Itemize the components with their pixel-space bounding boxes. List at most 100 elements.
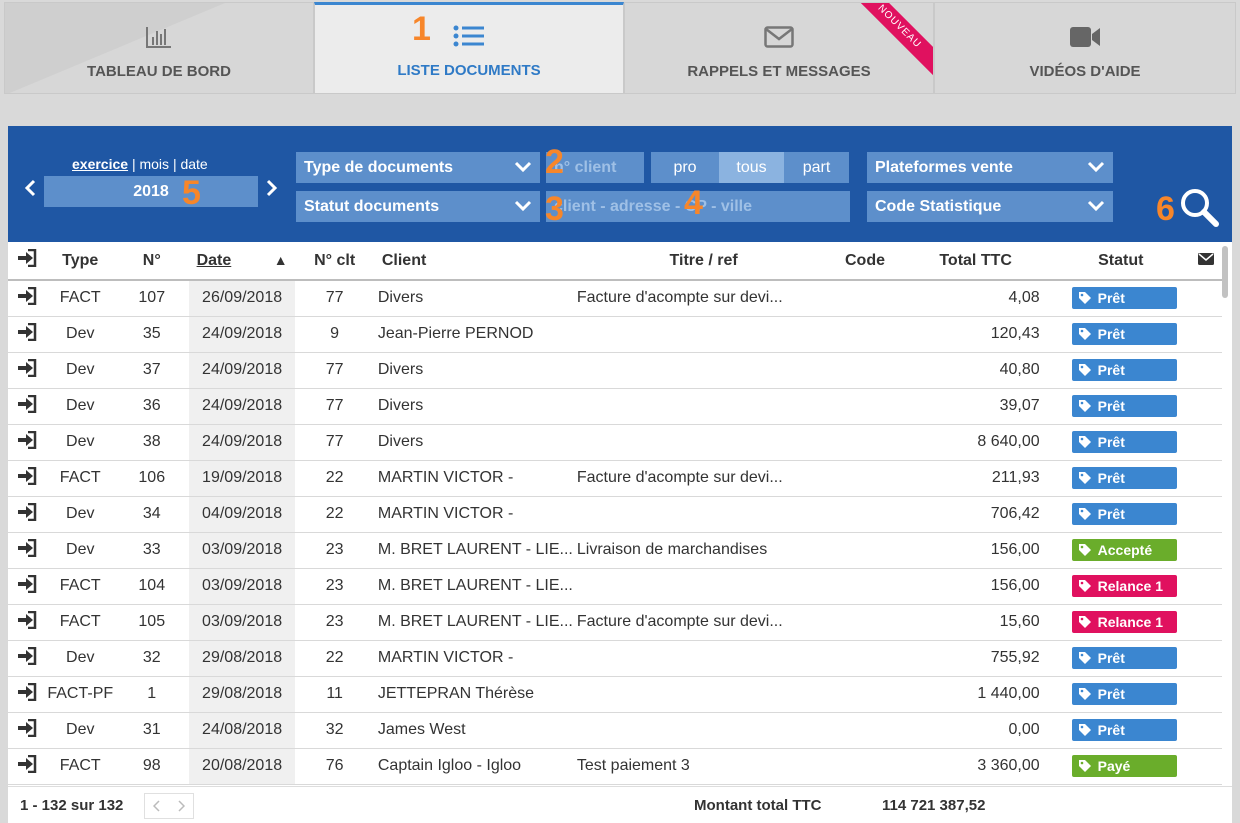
cell-type: FACT [45,568,115,605]
cell-total: 156,00 [911,532,1052,569]
status-label: Prêt [1097,397,1125,414]
column-header-status[interactable]: Statut [1051,242,1190,281]
open-document-button[interactable] [8,748,46,785]
code-statistique-select[interactable]: Code Statistique [867,191,1113,222]
status-label: Accepté [1097,541,1153,558]
cell-number: 36 [114,388,189,425]
cell-total: 706,42 [911,496,1052,533]
cell-code [818,604,912,641]
table-row[interactable]: Dev 35 24/09/2018 9 Jean-Pierre PERNOD 120,43… [8,316,1222,353]
next-page-button[interactable] [169,794,193,818]
segment-tous[interactable]: tous [719,152,784,183]
column-header-client-number[interactable]: N° clt [295,242,374,281]
table-row[interactable]: Dev 38 24/09/2018 77 Divers 8 640,00 Prêt [8,424,1222,461]
cell-email [1189,424,1222,461]
tag-icon [1078,615,1091,628]
column-header-total[interactable]: Total TTC [911,242,1052,281]
table-row[interactable]: FACT 104 03/09/2018 23 M. BRET LAURENT - LIE… [8,568,1222,605]
cell-code [818,748,912,785]
open-all-header[interactable] [8,242,46,281]
cell-status: Relance 1 [1051,604,1190,641]
table-row[interactable]: FACT-PF 1 29/08/2018 11 JETTEPRAN Thérèse 1 4… [8,676,1222,713]
type-documents-select[interactable]: Type de documents [296,152,540,183]
status-badge[interactable]: Prêt [1071,394,1177,417]
status-badge[interactable]: Prêt [1071,322,1177,345]
status-badge[interactable]: Prêt [1071,682,1177,705]
status-badge[interactable]: Payé [1071,754,1177,777]
table-row[interactable]: Dev 36 24/09/2018 77 Divers 39,07 Prêt [8,388,1222,425]
column-header-client[interactable]: Client [373,242,573,281]
column-header-date[interactable]: Date ▲ [188,242,296,281]
status-badge[interactable]: Relance 1 [1071,574,1177,597]
open-document-button[interactable] [8,388,46,425]
tab-rappels-et-messages[interactable]: RAPPELS ET MESSAGES NOUVEAU [624,2,934,94]
column-header-type[interactable]: Type [45,242,115,281]
cell-status: Prêt [1051,496,1190,533]
table-row[interactable]: FACT 107 26/09/2018 77 Divers Facture d'acomp… [8,280,1222,317]
table-row[interactable]: Dev 37 24/09/2018 77 Divers 40,80 Prêt [8,352,1222,389]
open-document-button[interactable] [8,280,46,317]
tab-label: VIDÉOS D'AIDE [1029,63,1141,80]
open-document-button[interactable] [8,676,46,713]
cell-client-number: 32 [295,712,374,749]
open-document-button[interactable] [8,352,46,389]
column-header-code[interactable]: Code [818,242,912,281]
open-document-button[interactable] [8,640,46,677]
status-badge[interactable]: Prêt [1071,502,1177,525]
tab-label: TABLEAU DE BORD [87,63,231,80]
statut-documents-select[interactable]: Statut documents [296,191,540,222]
status-badge[interactable]: Relance 1 [1071,610,1177,633]
table-row[interactable]: Dev 34 04/09/2018 22 MARTIN VICTOR - 706,42 Pr… [8,496,1222,533]
tab-tableau-de-bord[interactable]: TABLEAU DE BORD [4,2,314,94]
previous-year-button[interactable] [24,178,36,204]
bar-chart-icon [145,23,173,51]
cell-client-number: 23 [295,604,374,641]
segment-part[interactable]: part [784,152,849,183]
table-row[interactable]: FACT 106 19/09/2018 22 MARTIN VICTOR - Factur… [8,460,1222,497]
chevron-down-icon [1087,159,1105,180]
segment-pro[interactable]: pro [651,152,719,183]
period-mois-link[interactable]: mois [139,156,169,172]
status-badge[interactable]: Prêt [1071,646,1177,669]
table-row[interactable]: Dev 32 29/08/2018 22 MARTIN VICTOR - 755,92 Pr… [8,640,1222,677]
previous-page-button[interactable] [145,794,169,818]
cell-total: 120,43 [911,316,1052,353]
search-button[interactable] [1178,186,1222,235]
tab-liste-documents[interactable]: LISTE DOCUMENTS [314,2,624,94]
cell-number: 38 [114,424,189,461]
tag-icon [1078,687,1091,700]
cell-type: FACT [45,604,115,641]
open-document-button[interactable] [8,460,46,497]
column-header-number[interactable]: N° [114,242,189,281]
year-field[interactable]: 2018 [44,176,258,207]
period-selector: exercice | mois | date [72,156,208,172]
table-row[interactable]: Dev 31 24/08/2018 32 James West 0,00 Prêt [8,712,1222,749]
next-year-button[interactable] [266,178,278,204]
open-document-button[interactable] [8,424,46,461]
status-badge[interactable]: Accepté [1071,538,1177,561]
status-badge[interactable]: Prêt [1071,718,1177,741]
table-row[interactable]: Dev 33 03/09/2018 23 M. BRET LAURENT - LIE..… [8,532,1222,569]
scrollbar-thumb[interactable] [1222,246,1228,298]
open-document-button[interactable] [8,712,46,749]
period-date-link[interactable]: date [180,156,207,172]
open-document-button[interactable] [8,496,46,533]
open-document-button[interactable] [8,316,46,353]
open-document-button[interactable] [8,532,46,569]
open-document-button[interactable] [8,568,46,605]
period-exercice-link[interactable]: exercice [72,156,128,172]
pagination-buttons [144,793,194,819]
column-header-title[interactable]: Titre / ref [572,242,819,281]
table-row[interactable]: FACT 105 03/09/2018 23 M. BRET LAURENT - LIE… [8,604,1222,641]
cell-total: 15,60 [911,604,1052,641]
status-badge[interactable]: Prêt [1071,430,1177,453]
status-badge[interactable]: Prêt [1071,286,1177,309]
tab-videos-d-aide[interactable]: VIDÉOS D'AIDE [934,2,1236,94]
open-document-button[interactable] [8,604,46,641]
plateformes-vente-select[interactable]: Plateformes vente [867,152,1113,183]
email-header[interactable] [1189,242,1222,281]
table-row[interactable]: FACT 98 20/08/2018 76 Captain Igloo - Igloo T… [8,748,1222,785]
status-badge[interactable]: Prêt [1071,358,1177,381]
cell-email [1189,316,1222,353]
status-badge[interactable]: Prêt [1071,466,1177,489]
